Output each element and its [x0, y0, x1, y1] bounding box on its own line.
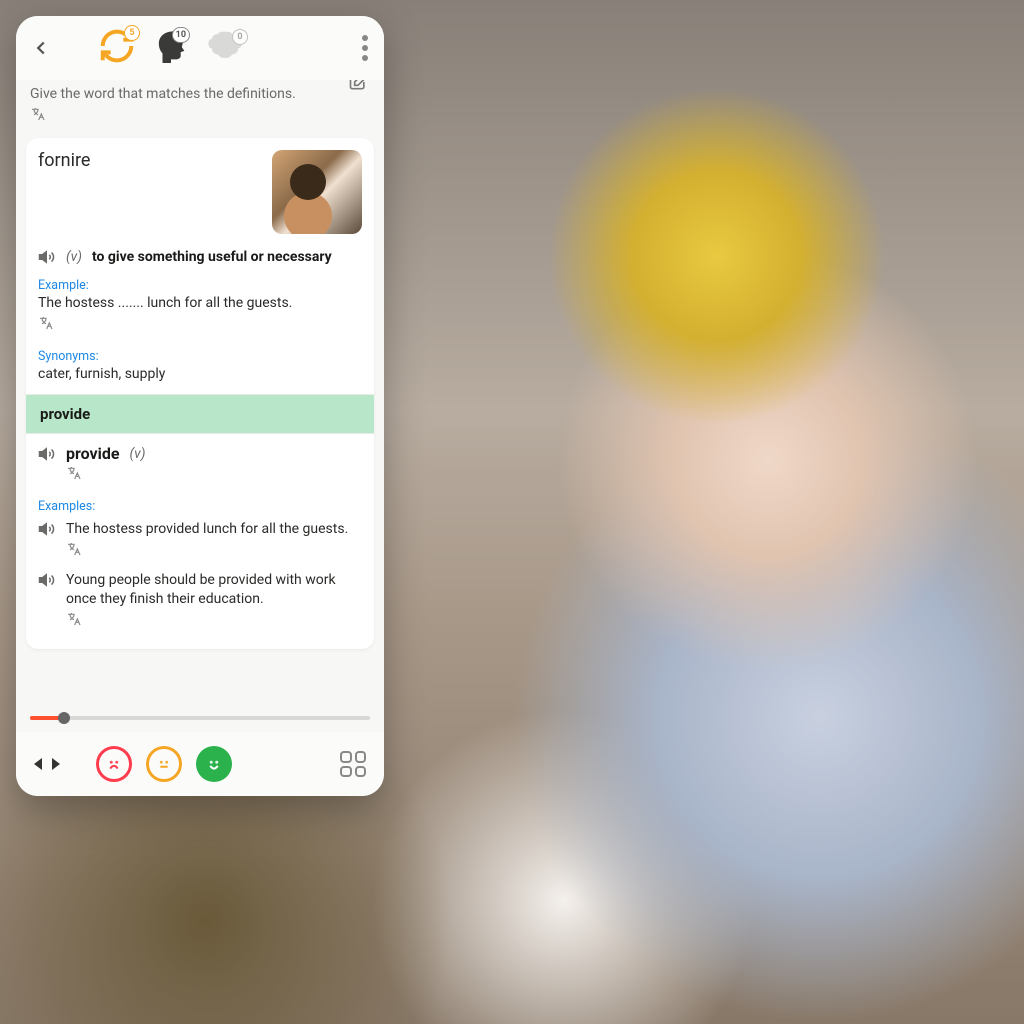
speaker-icon[interactable] — [38, 571, 56, 589]
content-area: Give the word that matches the definitio… — [16, 80, 384, 708]
translate-icon[interactable] — [26, 611, 374, 643]
definition-text: to give something useful or necessary — [92, 249, 332, 265]
head-stat[interactable]: 10 — [156, 29, 186, 67]
example-row: The hostess provided lunch for all the g… — [26, 516, 374, 541]
definition-card: fornire (v) to give something useful or … — [26, 138, 374, 649]
translate-icon[interactable] — [26, 315, 374, 343]
answer-pos: (v) — [130, 446, 146, 462]
example-text: The hostess ....... lunch for all the gu… — [26, 295, 374, 315]
speaker-icon[interactable] — [38, 445, 56, 463]
word-image[interactable] — [272, 150, 362, 234]
grid-button[interactable] — [340, 751, 366, 777]
top-bar: 5 10 0 — [16, 16, 384, 80]
prompt-row: Give the word that matches the definitio… — [16, 80, 384, 134]
translate-icon[interactable] — [26, 465, 374, 493]
rating-sad[interactable] — [96, 746, 132, 782]
translate-icon[interactable] — [26, 541, 374, 561]
nav-arrows[interactable] — [34, 757, 60, 771]
speaker-icon[interactable] — [38, 248, 56, 266]
answer-bar: provide — [26, 394, 374, 434]
example-label: Example: — [26, 272, 374, 295]
rating-happy[interactable] — [196, 746, 232, 782]
answer-word: provide — [66, 444, 120, 463]
brain-stat[interactable]: 0 — [206, 31, 244, 65]
synonyms-text: cater, furnish, supply — [26, 366, 374, 394]
example-1: The hostess provided lunch for all the g… — [66, 520, 348, 539]
back-button[interactable] — [30, 37, 52, 59]
synonyms-label: Synonyms: — [26, 343, 374, 366]
brain-badge: 0 — [232, 29, 248, 45]
examples-label: Examples: — [26, 493, 374, 516]
edit-icon[interactable] — [348, 80, 368, 96]
refresh-stat[interactable]: 5 — [98, 27, 136, 69]
translate-icon[interactable] — [30, 106, 370, 126]
prompt-text: Give the word that matches the definitio… — [30, 86, 370, 102]
speaker-icon[interactable] — [38, 520, 56, 538]
part-of-speech: (v) — [66, 249, 82, 265]
app-screen: 5 10 0 Give the word that matches the de… — [16, 16, 384, 796]
rating-buttons — [96, 746, 232, 782]
source-word: fornire — [38, 150, 90, 171]
rating-neutral[interactable] — [146, 746, 182, 782]
progress-bar[interactable] — [16, 708, 384, 732]
example-row: Young people should be provided with wor… — [26, 567, 374, 611]
example-2: Young people should be provided with wor… — [66, 571, 362, 609]
refresh-badge: 5 — [124, 25, 140, 41]
head-badge: 10 — [172, 27, 190, 43]
bottom-bar — [16, 732, 384, 796]
more-menu[interactable] — [362, 35, 370, 61]
